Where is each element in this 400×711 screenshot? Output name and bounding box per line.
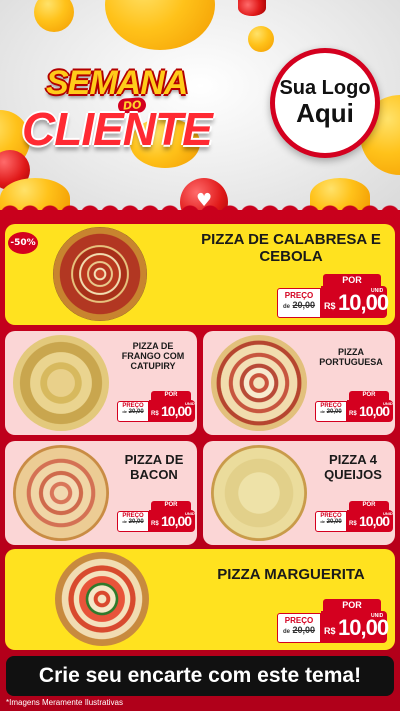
price-old-box: PREÇO de 20,00	[315, 511, 347, 532]
price-de-label: de	[320, 409, 325, 414]
footnote: *Imagens Meramente Ilustrativas	[6, 698, 123, 707]
price-new-box: R$ 10,00 UNID	[149, 510, 195, 532]
price-preco-label: PREÇO	[284, 616, 314, 625]
price-de-label: de	[122, 519, 127, 524]
price-new-box: R$ 10,00 UNID	[321, 611, 389, 643]
price-new-box: R$ 10,00 UNID	[347, 400, 393, 422]
price-old-box: PREÇO de 20,00	[277, 613, 321, 643]
product-card-marguerita[interactable]: PIZZA MARGUERITA POR PREÇO de 20,00 R$ 1…	[5, 549, 395, 650]
price-currency: R$	[151, 411, 159, 417]
discount-badge: -50%	[8, 232, 38, 254]
price-tag: POR PREÇO de 20,00 R$ 10,00 UNID	[277, 274, 389, 320]
product-name: PIZZA MARGUERITA	[217, 566, 365, 583]
price-old-value: 20,00	[292, 625, 316, 635]
pizza-frango-image	[13, 335, 109, 431]
product-name: PIZZA DE CALABRESA E CEBOLA	[201, 231, 381, 265]
price-old-value: 20,00	[326, 519, 342, 525]
price-por-label: POR	[349, 391, 389, 400]
price-currency: R$	[151, 521, 159, 527]
price-currency: R$	[324, 626, 336, 636]
pizza-marguerita-image	[55, 552, 149, 646]
price-tag: POR PREÇO de 20,00 R$ 10,00 UNID	[315, 501, 393, 533]
cta-banner[interactable]: Crie seu encarte com este tema!	[6, 656, 394, 696]
product-card-4-queijos[interactable]: PIZZA 4 QUEIJOS POR PREÇO de 20,00 R$ 10…	[203, 441, 395, 545]
flyer: ♥ SEMANA DO CLIENTE Sua Logo Aqui PIZZA …	[0, 0, 400, 711]
price-currency: R$	[324, 301, 336, 311]
emoji-face-icon	[105, 0, 215, 50]
price-de-label: de	[122, 409, 127, 414]
price-new-box: R$ 10,00 UNID	[321, 286, 389, 318]
product-name: PIZZA 4 QUEIJOS	[324, 452, 382, 482]
product-name: PIZZA PORTUGUESA	[319, 347, 383, 368]
price-unit: UNID	[185, 511, 195, 516]
header-banner: ♥ SEMANA DO CLIENTE Sua Logo Aqui	[0, 0, 400, 215]
price-unit: UNID	[371, 288, 384, 294]
campaign-title: SEMANA DO CLIENTE	[22, 64, 252, 155]
title-cliente: CLIENTE	[22, 103, 213, 155]
price-old-value: 20,00	[128, 519, 144, 525]
title-semana: SEMANA	[46, 64, 188, 102]
price-de-label: de	[282, 629, 290, 635]
price-por-label: POR	[323, 274, 381, 286]
price-por-label: POR	[349, 501, 389, 510]
price-unit: UNID	[383, 401, 393, 406]
price-old-value: 20,00	[326, 409, 342, 415]
product-card-calabresa[interactable]: PIZZA DE CALABRESA E CEBOLA POR PREÇO de…	[5, 224, 395, 325]
pizza-calabresa-image	[53, 227, 147, 321]
price-old-box: PREÇO de 20,00	[117, 401, 149, 422]
product-name: PIZZA DE FRANGO COM CATUPIRY	[121, 341, 185, 372]
price-por-label: POR	[151, 501, 191, 510]
price-old-box: PREÇO de 20,00	[277, 288, 321, 318]
pizza-4-queijos-image	[211, 445, 307, 541]
price-tag: POR PREÇO de 20,00 R$ 10,00 UNID	[117, 391, 195, 423]
emoji-face-icon	[34, 0, 74, 32]
product-card-frango[interactable]: PIZZA DE FRANGO COM CATUPIRY POR PREÇO d…	[5, 331, 197, 435]
price-new-box: R$ 10,00 UNID	[347, 510, 393, 532]
product-card-bacon[interactable]: PIZZA DE BACON POR PREÇO de 20,00 R$ 10,…	[5, 441, 197, 545]
logo-text-line2: Aqui	[296, 98, 354, 128]
price-unit: UNID	[185, 401, 195, 406]
price-tag: POR PREÇO de 20,00 R$ 10,00 UNID	[315, 391, 393, 423]
price-preco-label: PREÇO	[284, 291, 314, 300]
price-unit: UNID	[383, 511, 393, 516]
price-old-value: 20,00	[292, 300, 316, 310]
price-por-label: POR	[151, 391, 191, 400]
scalloped-edge	[0, 205, 400, 215]
price-tag: POR PREÇO de 20,00 R$ 10,00 UNID	[117, 501, 195, 533]
price-tag: POR PREÇO de 20,00 R$ 10,00 UNID	[277, 599, 389, 645]
price-old-value: 20,00	[128, 409, 144, 415]
logo-text-line1: Sua Logo	[279, 77, 371, 99]
heart-emoji-icon	[238, 0, 266, 16]
pizza-bacon-image	[13, 445, 109, 541]
logo-placeholder[interactable]: Sua Logo Aqui	[270, 48, 380, 158]
price-currency: R$	[349, 521, 357, 527]
price-new-box: R$ 10,00 UNID	[149, 400, 195, 422]
price-old-box: PREÇO de 20,00	[315, 401, 347, 422]
price-old-box: PREÇO de 20,00	[117, 511, 149, 532]
price-currency: R$	[349, 411, 357, 417]
emoji-face-icon	[248, 26, 274, 52]
pizza-portuguesa-image	[211, 335, 307, 431]
price-por-label: POR	[323, 599, 381, 611]
price-de-label: de	[282, 304, 290, 310]
price-unit: UNID	[371, 613, 384, 619]
product-card-portuguesa[interactable]: PIZZA PORTUGUESA POR PREÇO de 20,00 R$ 1…	[203, 331, 395, 435]
price-de-label: de	[320, 519, 325, 524]
product-name: PIZZA DE BACON	[124, 452, 184, 482]
